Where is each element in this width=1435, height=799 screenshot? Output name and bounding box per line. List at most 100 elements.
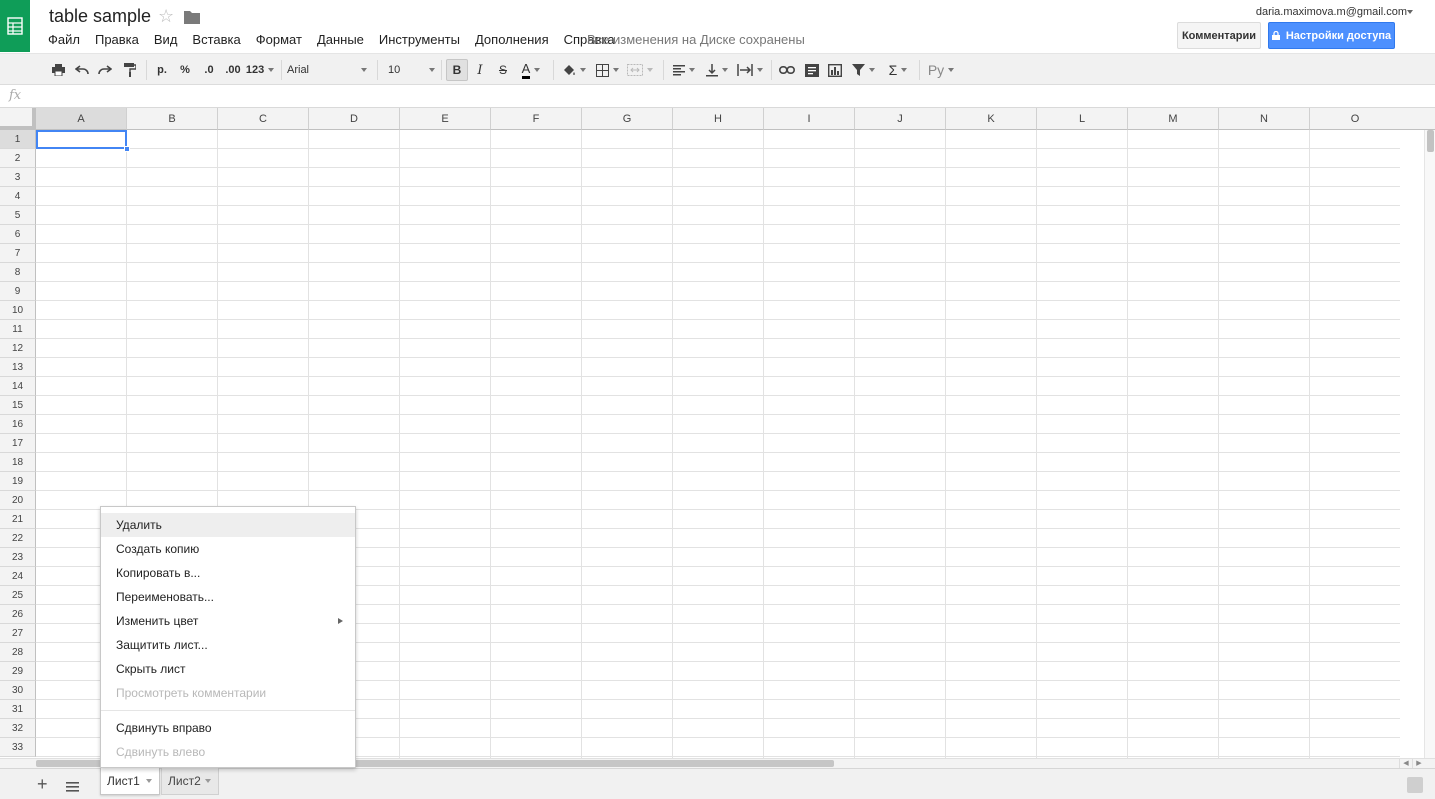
chevron-down-icon[interactable] [1407,10,1413,14]
sheets-logo-icon[interactable] [0,0,30,52]
row-header[interactable]: 8 [0,263,36,282]
column-header[interactable]: G [582,108,673,130]
column-header[interactable]: J [855,108,946,130]
menu-view[interactable]: Вид [154,32,178,47]
row-header[interactable]: 23 [0,548,36,567]
row-header[interactable]: 32 [0,719,36,738]
column-header[interactable]: D [309,108,400,130]
row-header[interactable]: 13 [0,358,36,377]
italic-button[interactable]: I [471,59,489,81]
menu-item-hide-sheet[interactable]: Скрыть лист [101,657,355,681]
row-header[interactable]: 3 [0,168,36,187]
undo-icon[interactable] [73,59,91,81]
print-icon[interactable] [49,59,67,81]
column-header[interactable]: H [673,108,764,130]
column-header[interactable]: E [400,108,491,130]
menu-item-copy-to[interactable]: Копировать в... [101,561,355,585]
column-header[interactable]: F [491,108,582,130]
row-header[interactable]: 10 [0,301,36,320]
comments-button[interactable]: Комментарии [1177,22,1261,49]
vertical-align-button[interactable] [703,59,731,81]
row-header[interactable]: 28 [0,643,36,662]
row-header[interactable]: 2 [0,149,36,168]
menu-item-protect-sheet[interactable]: Защитить лист... [101,633,355,657]
folder-icon[interactable] [184,10,200,24]
menu-item-delete[interactable]: Удалить [101,513,355,537]
chevron-down-icon[interactable] [146,779,152,783]
menu-item-move-right[interactable]: Сдвинуть вправо [101,716,355,740]
row-header[interactable]: 25 [0,586,36,605]
all-sheets-icon[interactable] [66,779,79,792]
strikethrough-button[interactable]: S [494,59,512,81]
row-header[interactable]: 5 [0,206,36,225]
functions-button[interactable]: Σ [884,59,912,81]
column-header[interactable]: O [1310,108,1401,130]
menu-item-change-color[interactable]: Изменить цвет [101,609,355,633]
percent-format-button[interactable]: % [176,59,194,81]
save-status[interactable]: Все изменения на Диске сохранены [587,32,805,47]
fill-handle[interactable] [124,146,130,152]
row-header[interactable]: 14 [0,377,36,396]
comment-icon[interactable] [802,59,822,81]
row-header[interactable]: 6 [0,225,36,244]
chevron-down-icon[interactable] [205,779,211,783]
row-header[interactable]: 12 [0,339,36,358]
column-header[interactable]: B [127,108,218,130]
row-header[interactable]: 20 [0,491,36,510]
menu-addons[interactable]: Дополнения [475,32,549,47]
row-header[interactable]: 31 [0,700,36,719]
currency-format-button[interactable]: р. [153,59,171,81]
horizontal-align-button[interactable] [670,59,698,81]
input-tools-button[interactable]: Ру [925,59,957,81]
column-header[interactable]: A [36,108,127,130]
fill-color-button[interactable] [560,59,588,81]
filter-button[interactable] [849,59,877,81]
link-icon[interactable] [777,59,797,81]
paint-format-icon[interactable] [121,59,139,81]
chart-icon[interactable] [825,59,845,81]
menu-tools[interactable]: Инструменты [379,32,460,47]
menu-item-duplicate[interactable]: Создать копию [101,537,355,561]
vertical-scroll-thumb[interactable] [1427,130,1434,152]
merge-cells-button[interactable] [624,59,656,81]
row-header[interactable]: 4 [0,187,36,206]
font-size-select[interactable]: 10 [388,59,435,81]
row-header[interactable]: 18 [0,453,36,472]
column-header[interactable]: M [1128,108,1219,130]
menu-format[interactable]: Формат [256,32,302,47]
more-formats-button[interactable]: 123 [246,59,275,81]
row-header[interactable]: 22 [0,529,36,548]
menu-file[interactable]: Файл [48,32,80,47]
row-header[interactable]: 11 [0,320,36,339]
borders-button[interactable] [593,59,621,81]
column-header[interactable]: K [946,108,1037,130]
column-header[interactable]: C [218,108,309,130]
bold-button[interactable]: B [446,59,468,81]
font-family-select[interactable]: Arial [287,59,367,81]
row-header[interactable]: 7 [0,244,36,263]
row-header[interactable]: 26 [0,605,36,624]
column-header[interactable]: L [1037,108,1128,130]
row-header[interactable]: 17 [0,434,36,453]
redo-icon[interactable] [96,59,114,81]
row-header[interactable]: 33 [0,738,36,757]
document-title[interactable]: table sample [49,6,151,27]
row-header[interactable]: 30 [0,681,36,700]
menu-item-rename[interactable]: Переименовать... [101,585,355,609]
row-header[interactable]: 19 [0,472,36,491]
row-header[interactable]: 15 [0,396,36,415]
row-header[interactable]: 27 [0,624,36,643]
select-all-corner[interactable] [0,108,36,130]
formula-bar[interactable]: fx [0,86,1435,108]
row-header[interactable]: 16 [0,415,36,434]
scroll-left-icon[interactable]: ◀ [1399,759,1412,768]
text-color-button[interactable]: A [516,59,546,81]
decrease-decimal-button[interactable]: .0 [199,59,219,81]
row-header[interactable]: 29 [0,662,36,681]
row-header[interactable]: 1 [0,130,36,149]
text-wrapping-button[interactable] [735,59,765,81]
column-header[interactable]: N [1219,108,1310,130]
scroll-right-icon[interactable]: ▶ [1412,759,1425,768]
row-header[interactable]: 9 [0,282,36,301]
row-header[interactable]: 24 [0,567,36,586]
